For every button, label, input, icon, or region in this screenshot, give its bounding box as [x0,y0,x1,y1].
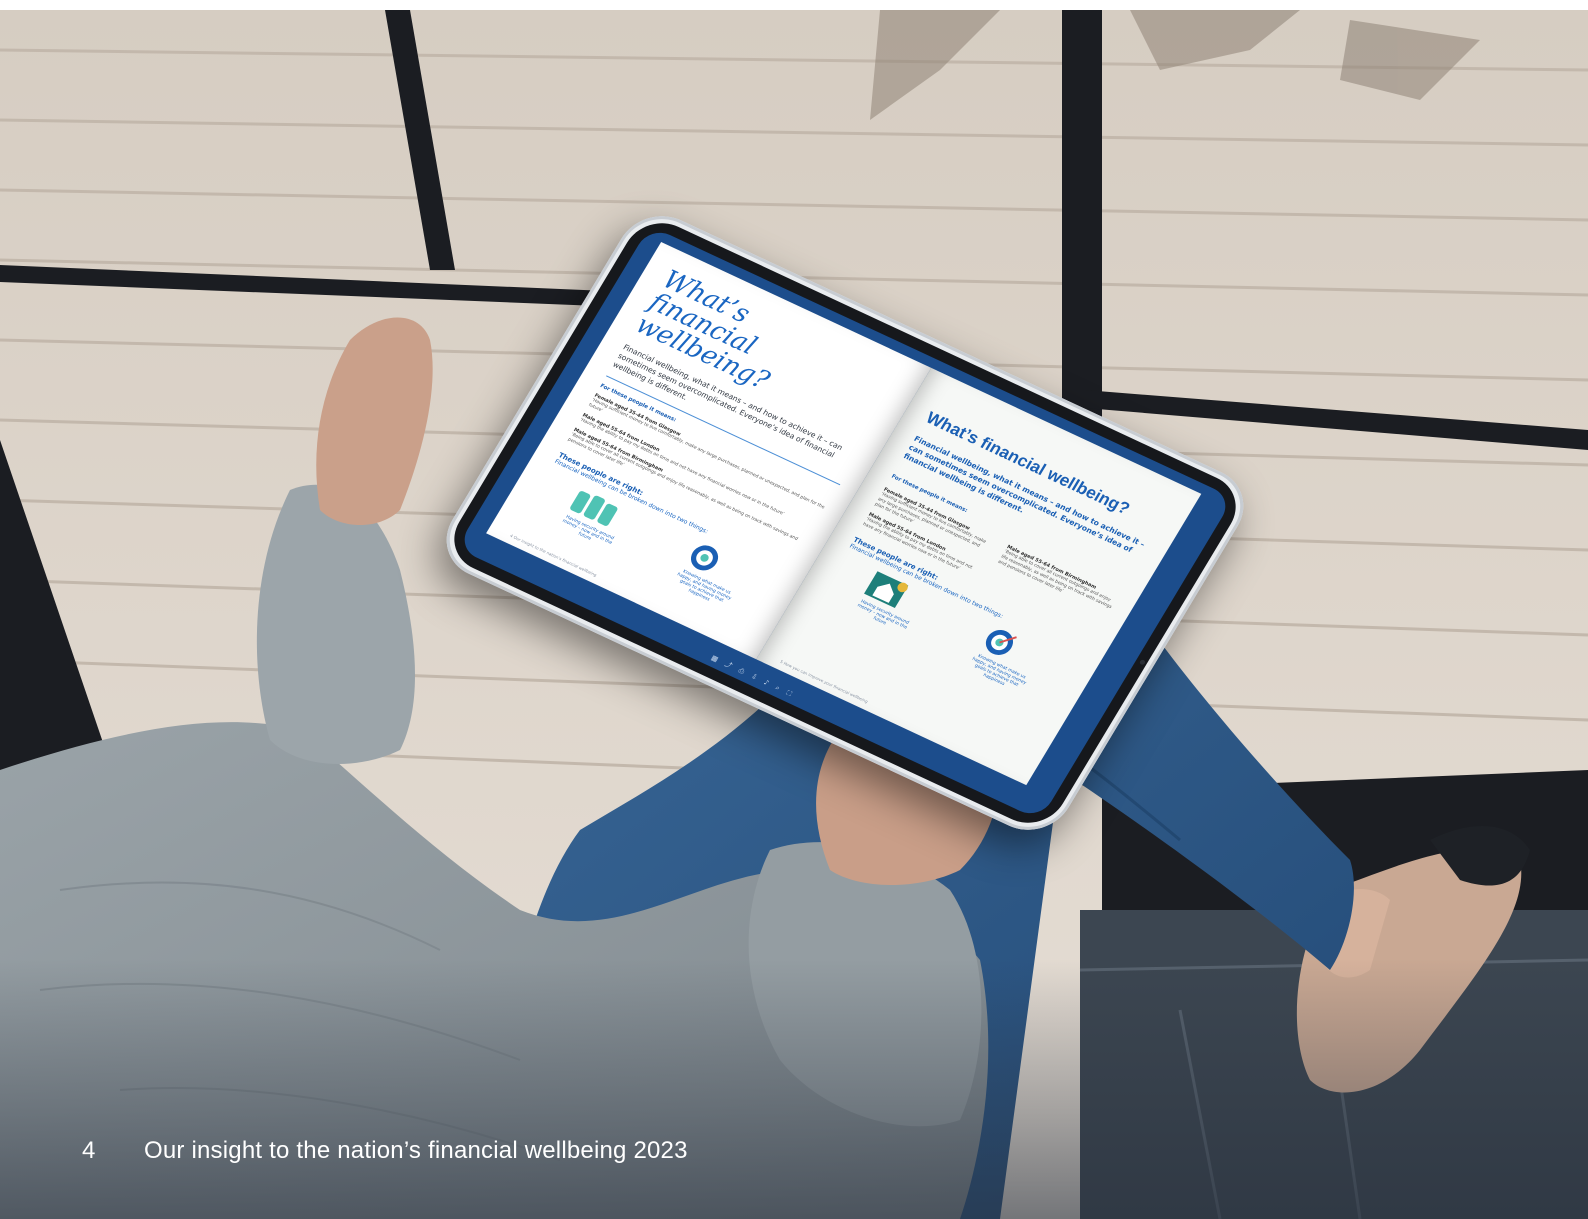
footer-caption: Our insight to the nation’s financial we… [144,1137,688,1164]
grid-icon[interactable]: ▦ [710,654,723,665]
share-icon[interactable]: ⤴ [723,660,736,671]
fullscreen-icon[interactable]: ⛶ [785,689,796,699]
download-icon[interactable]: ⇩ [749,672,761,683]
left-caption-2: Knowing what make us happy, and having m… [675,569,732,604]
page: What’s financial wellbeing? Financial we… [0,0,1588,1219]
print-icon[interactable]: ⎙ [737,666,749,677]
zoom-icon[interactable]: ⌕ [774,684,784,694]
page-footer: 4 Our insight to the nation’s financial … [82,1133,688,1169]
right-caption-2: Knowing what make us happy, and having m… [970,653,1027,688]
sound-icon[interactable]: ♪ [762,678,773,688]
page-number: 4 [82,1137,96,1164]
